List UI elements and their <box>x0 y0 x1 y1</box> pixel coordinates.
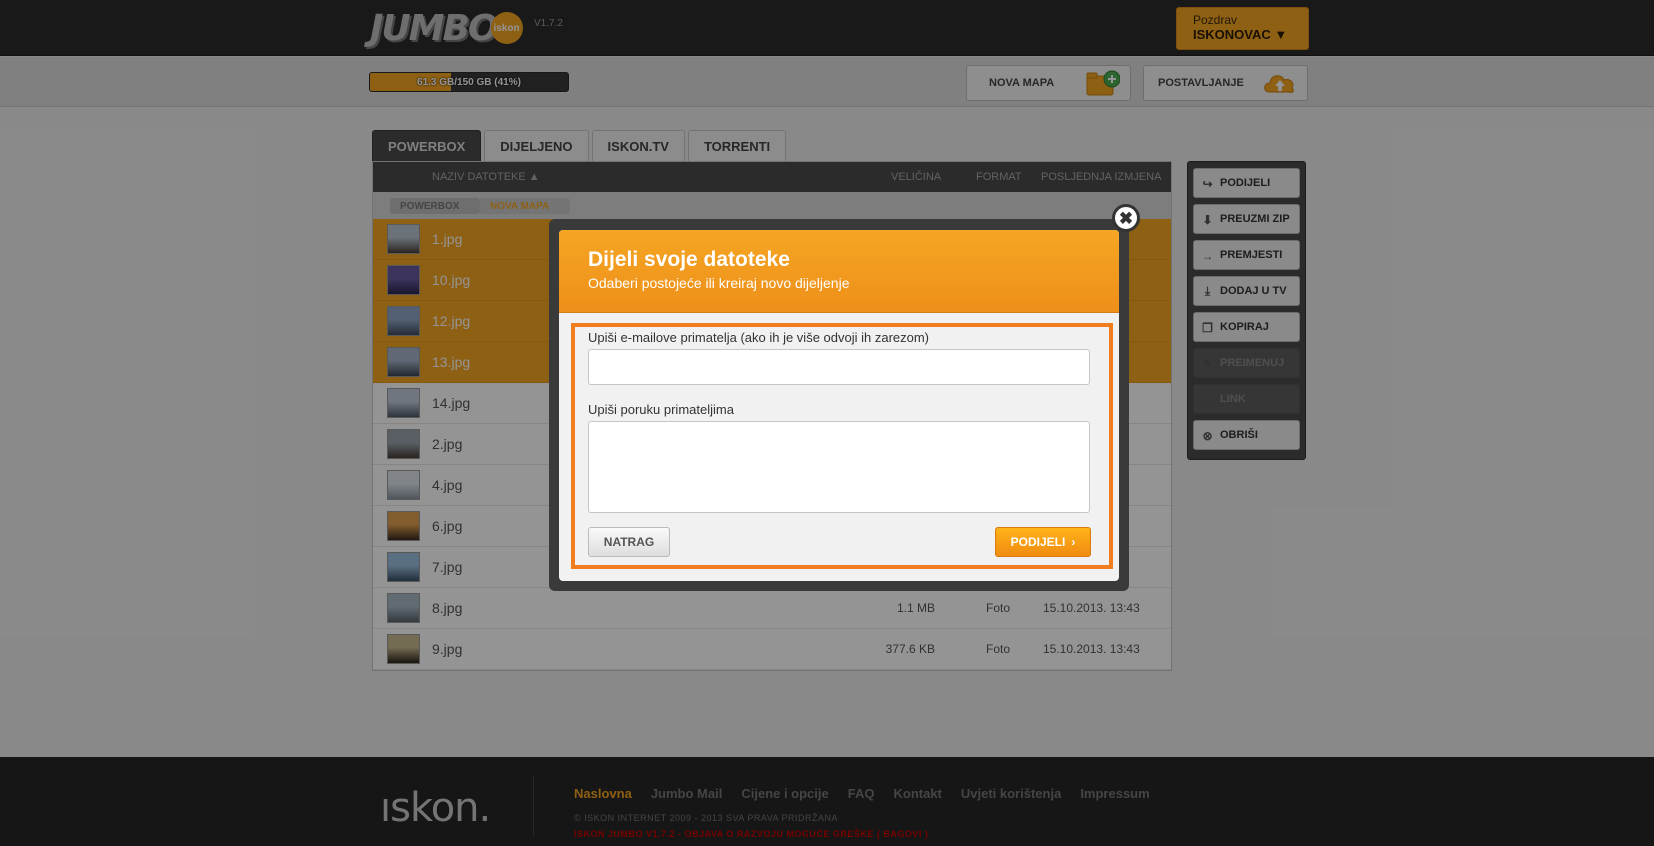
email-field[interactable] <box>588 349 1090 385</box>
close-icon[interactable]: ✖ <box>1112 204 1140 232</box>
chevron-right-icon: › <box>1071 535 1076 549</box>
share-label: PODIJELI <box>1010 535 1066 549</box>
email-label: Upiši e-mailove primatelja (ako ih je vi… <box>588 330 930 345</box>
dialog-subtitle: Odaberi postojeće ili kreiraj novo dijel… <box>588 275 850 291</box>
message-textarea[interactable] <box>588 421 1090 513</box>
share-button[interactable]: PODIJELI › <box>995 527 1091 557</box>
message-label: Upiši poruku primateljima <box>588 402 734 417</box>
dialog-title: Dijeli svoje datoteke <box>588 248 790 271</box>
share-dialog: Dijeli svoje datoteke Odaberi postojeće … <box>559 230 1119 581</box>
back-label: NATRAG <box>603 535 655 549</box>
back-button[interactable]: NATRAG <box>588 527 670 557</box>
dialog-header: Dijeli svoje datoteke Odaberi postojeće … <box>559 230 1119 313</box>
